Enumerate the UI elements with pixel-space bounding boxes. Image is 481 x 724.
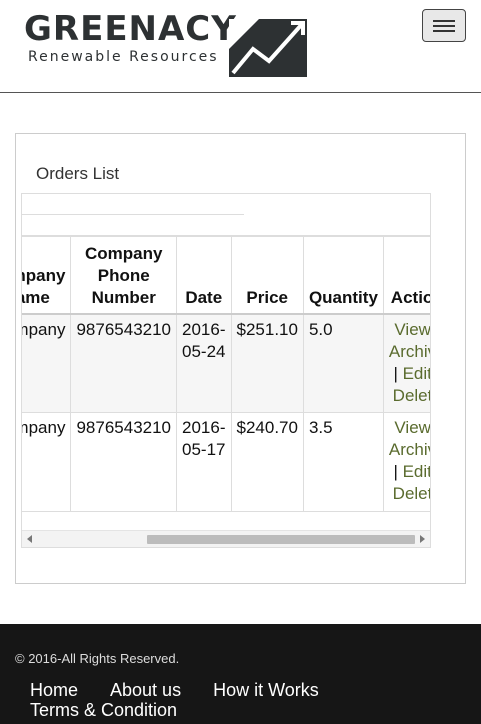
orders-table: Company Name Company Phone Number Date P… — [22, 236, 430, 512]
site-footer: © 2016-All Rights Reserved. Home About us… — [0, 624, 481, 724]
logo-wordmark: GREENACY — [24, 9, 237, 49]
table-search-area — [22, 194, 430, 236]
logo-mark-icon — [229, 19, 307, 77]
cell-actions: View | Archive | Edit | Delete — [382, 412, 430, 512]
cell-company: Company — [22, 313, 72, 413]
hamburger-icon-bar — [433, 20, 455, 22]
orders-table-container[interactable]: Company Name Company Phone Number Date P… — [21, 193, 431, 548]
delete-link[interactable]: Delete — [393, 484, 430, 503]
cell-date: 2016-05-17 — [176, 412, 232, 512]
hamburger-icon-bar — [433, 30, 455, 32]
view-link[interactable]: View — [394, 418, 430, 437]
orders-panel: Orders List Company Name Company Phone N… — [15, 133, 466, 584]
scrollbar-thumb[interactable] — [147, 535, 415, 544]
scroll-left-arrow-icon[interactable] — [27, 535, 32, 543]
cell-phone: 9876543210 — [70, 313, 178, 413]
cell-company: Company — [22, 412, 72, 512]
scroll-right-arrow-icon[interactable] — [420, 535, 425, 543]
site-header: GREENACY Renewable Resources — [0, 0, 481, 93]
cell-actions: View | Archive | Edit | Delete — [382, 313, 430, 413]
cell-price: $251.10 — [230, 313, 304, 413]
footer-link-terms[interactable]: Terms & Condition — [30, 700, 177, 720]
archive-link[interactable]: Archive — [389, 342, 430, 361]
logo-tagline: Renewable Resources — [28, 49, 219, 65]
table-row: Company 9876543210 2016-05-24 $251.10 5.… — [22, 313, 430, 413]
cell-quantity: 3.5 — [302, 412, 384, 512]
footer-nav: Home About us How it Works Terms & Conditio… — [30, 680, 470, 720]
nav-toggle-button[interactable] — [422, 9, 466, 42]
cell-phone: 9876543210 — [70, 412, 178, 512]
footer-link-home[interactable]: Home — [30, 680, 78, 700]
panel-title: Orders List — [36, 164, 120, 183]
col-header-price[interactable]: Price — [230, 236, 304, 315]
col-header-company-name[interactable]: Company Name — [22, 236, 72, 315]
view-link[interactable]: View — [394, 320, 430, 339]
edit-link[interactable]: Edit — [403, 462, 430, 481]
footer-link-about-us[interactable]: About us — [110, 680, 181, 700]
cell-date: 2016-05-24 — [176, 313, 232, 413]
archive-link[interactable]: Archive — [389, 440, 430, 459]
delete-link[interactable]: Delete — [393, 386, 430, 405]
copyright-text: © 2016-All Rights Reserved. — [15, 651, 180, 666]
edit-link[interactable]: Edit — [403, 364, 430, 383]
cell-price: $240.70 — [230, 412, 304, 512]
col-header-action: Action — [382, 236, 430, 315]
horizontal-scrollbar[interactable] — [22, 530, 430, 547]
greenacy-logo[interactable]: GREENACY Renewable Resources — [24, 9, 314, 80]
table-row: Company 9876543210 2016-05-17 $240.70 3.… — [22, 412, 430, 512]
table-header-row: Company Name Company Phone Number Date P… — [22, 236, 430, 315]
col-header-date[interactable]: Date — [176, 236, 232, 315]
col-header-company-phone[interactable]: Company Phone Number — [70, 236, 178, 315]
col-header-quantity[interactable]: Quantity — [302, 236, 384, 315]
hamburger-icon-bar — [433, 25, 455, 27]
footer-link-how-it-works[interactable]: How it Works — [213, 680, 319, 700]
cell-quantity: 5.0 — [302, 313, 384, 413]
